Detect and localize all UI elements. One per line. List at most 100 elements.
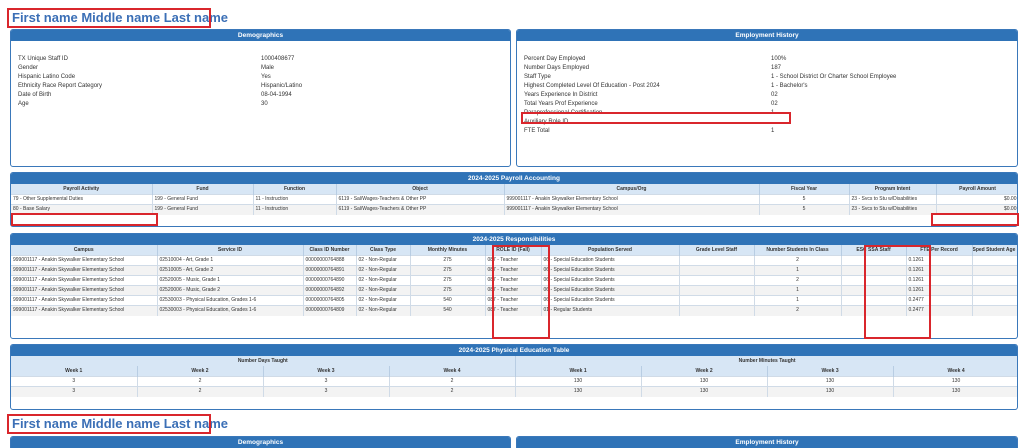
table-cell xyxy=(841,305,907,316)
detail-label: Paraprofessional Certification xyxy=(524,110,603,116)
table-cell: 999001117 - Anakin Skywalker Elementary … xyxy=(11,305,158,316)
table-cell: 999001117 - Anakin Skywalker Elementary … xyxy=(11,285,158,296)
table-cell: 00000000764892 xyxy=(303,285,357,296)
table-cell: 00000000764888 xyxy=(303,255,357,266)
table-cell: 06 - Special Education Students xyxy=(541,255,680,266)
table-cell xyxy=(972,295,1017,306)
table-cell xyxy=(841,255,907,266)
table-cell: 2 xyxy=(754,255,842,266)
table-cell xyxy=(679,255,755,266)
table-cell: 02 - Non-Regular xyxy=(356,275,411,286)
table-cell xyxy=(679,265,755,276)
table-cell: 087 - Teacher xyxy=(485,295,542,306)
staff-name-title-2: First name Middle name Last name xyxy=(12,416,229,431)
column-header: ROLE ID (Fall) xyxy=(485,245,542,256)
physical-education-header: 2024-2025 Physical Education Table xyxy=(11,345,1017,356)
group-minutes-taught: Number Minutes Taught xyxy=(515,356,1017,366)
detail-row: Age 30 xyxy=(11,100,510,109)
detail-value: 1 xyxy=(771,128,775,134)
table-cell: 23 - Svcs to Stu w/Disabilities xyxy=(849,204,937,215)
column-header: Week 1 xyxy=(11,366,138,377)
table-row: 999001117 - Anakin Skywalker Elementary … xyxy=(11,275,1017,286)
column-header: Payroll Activity xyxy=(11,184,153,195)
table-row: 999001117 - Anakin Skywalker Elementary … xyxy=(11,255,1017,266)
column-header: Grade Level Staff xyxy=(679,245,755,256)
table-cell: 3 xyxy=(263,386,390,397)
table-cell xyxy=(972,285,1017,296)
table-cell: 5 xyxy=(759,194,850,205)
detail-label: Percent Day Employed xyxy=(524,56,586,62)
physical-education-panel: 2024-2025 Physical Education Table Numbe… xyxy=(10,344,1018,410)
table-cell: 3 xyxy=(11,386,138,397)
detail-row: Total Years Prof Experience 02 xyxy=(517,100,1017,109)
column-header: Monthly Minutes xyxy=(410,245,486,256)
detail-label: Auxiliary Role ID xyxy=(524,119,569,125)
table-row: 80 - Base Salary 199 - General Fund 11 - I… xyxy=(11,204,1017,215)
table-cell: 6119 - Sal/Wages-Teachers & Other PP xyxy=(336,204,505,215)
table-cell: 0.1261 xyxy=(906,285,973,296)
column-header: Fiscal Year xyxy=(759,184,850,195)
detail-row: Years Experience In District 02 xyxy=(517,91,1017,100)
column-header: Class Type xyxy=(356,245,411,256)
employment-history-header: Employment History xyxy=(517,30,1017,41)
column-header: Week 2 xyxy=(137,366,264,377)
table-cell xyxy=(972,305,1017,316)
column-header: Week 4 xyxy=(893,366,1017,377)
table-cell xyxy=(972,275,1017,286)
table-cell: 0.2477 xyxy=(906,295,973,306)
table-cell: 2 xyxy=(389,376,516,387)
table-cell: 275 xyxy=(410,285,486,296)
table-cell: 1 xyxy=(754,295,842,306)
demographics-panel: Demographics TX Unique Staff ID 100040867… xyxy=(10,29,511,167)
table-cell: 130 xyxy=(767,376,894,387)
table-cell: 11 - Instruction xyxy=(253,204,337,215)
table-cell: 00000000764890 xyxy=(303,275,357,286)
table-cell: 2 xyxy=(137,386,264,397)
table-cell: 0.1261 xyxy=(906,265,973,276)
detail-value: 30 xyxy=(261,101,268,107)
table-cell: 999001117 - Anakin Skywalker Elementary … xyxy=(11,275,158,286)
detail-value: 1 xyxy=(771,110,775,116)
table-cell: 130 xyxy=(767,386,894,397)
table-cell: 275 xyxy=(410,265,486,276)
table-cell: 540 xyxy=(410,295,486,306)
detail-row: Hispanic Latino Code Yes xyxy=(11,73,510,82)
table-cell: 275 xyxy=(410,255,486,266)
table-cell: 087 - Teacher xyxy=(485,285,542,296)
employment-history-panel: Employment History Percent Day Employed 1… xyxy=(516,29,1018,167)
table-row: 79 - Other Supplemental Duties 199 - Gene… xyxy=(11,194,1017,205)
table-row: 999001117 - Anakin Skywalker Elementary … xyxy=(11,305,1017,316)
detail-label: TX Unique Staff ID xyxy=(18,56,68,62)
detail-label: Age xyxy=(18,101,29,107)
table-cell xyxy=(841,275,907,286)
table-cell: 0.1261 xyxy=(906,255,973,266)
table-cell: 79 - Other Supplemental Duties xyxy=(11,194,153,205)
detail-row: Highest Completed Level Of Education - P… xyxy=(517,82,1017,91)
table-cell: $0.00 xyxy=(936,194,1017,205)
table-cell: 130 xyxy=(641,376,768,387)
table-cell: 2 xyxy=(137,376,264,387)
detail-value: 02 xyxy=(771,101,778,107)
detail-row: Paraprofessional Certification 1 xyxy=(517,109,1017,118)
detail-row: Number Days Employed 187 xyxy=(517,64,1017,73)
table-cell: 02 - Non-Regular xyxy=(356,285,411,296)
table-cell: 087 - Teacher xyxy=(485,255,542,266)
table-cell: 02 - Non-Regular xyxy=(356,305,411,316)
table-cell: 02520006 - Music, Grade 2 xyxy=(157,285,304,296)
table-cell: 02 - Non-Regular xyxy=(356,255,411,266)
table-cell: 130 xyxy=(515,376,642,387)
table-cell: 130 xyxy=(641,386,768,397)
column-header: Campus xyxy=(11,245,158,256)
table-cell: 02510004 - Art, Grade 1 xyxy=(157,255,304,266)
table-cell: 00000000764805 xyxy=(303,295,357,306)
column-header: Week 4 xyxy=(389,366,516,377)
table-cell: 02530003 - Physical Education, Grades 1-… xyxy=(157,295,304,306)
payroll-accounting-header: 2024-2025 Payroll Accounting xyxy=(11,173,1017,184)
table-cell: 3 xyxy=(263,376,390,387)
table-cell: 999001117 - Anakin Skywalker Elementary … xyxy=(504,204,760,215)
table-cell: 01 - Regular Students xyxy=(541,305,680,316)
table-cell: 06 - Special Education Students xyxy=(541,285,680,296)
detail-value: 100% xyxy=(771,56,787,62)
detail-label: Total Years Prof Experience xyxy=(524,101,598,107)
table-cell: 06 - Special Education Students xyxy=(541,295,680,306)
